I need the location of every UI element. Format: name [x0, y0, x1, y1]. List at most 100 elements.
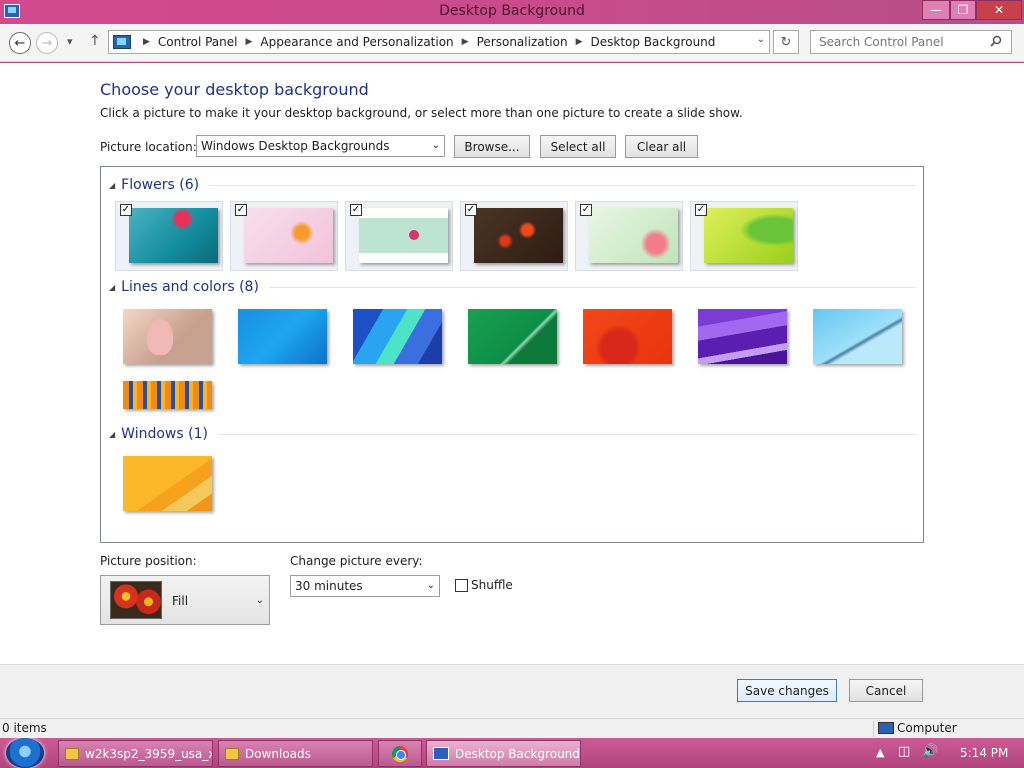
group-divider	[209, 184, 917, 186]
change-picture-value: 30 minutes	[295, 579, 363, 593]
breadcrumb-desktop-background[interactable]: Desktop Background	[591, 35, 716, 49]
wallpaper-thumbnail[interactable]: ✓	[460, 201, 568, 271]
wallpaper-checkbox[interactable]: ✓	[580, 204, 592, 216]
group-header-flowers[interactable]: ◢ Flowers (6)	[109, 177, 917, 193]
wallpaper-image	[468, 309, 557, 364]
breadcrumb-control-panel[interactable]: Control Panel	[158, 35, 238, 49]
picture-location-select[interactable]: Windows Desktop Backgrounds ⌄	[196, 135, 445, 157]
show-hidden-icons-icon[interactable]: ▲	[876, 746, 884, 759]
chevron-down-icon: ⌄	[255, 595, 264, 606]
breadcrumb-separator-icon[interactable]: ▶	[246, 37, 253, 47]
wallpaper-thumbnail[interactable]: ✓	[345, 201, 453, 271]
taskbar-item-folder[interactable]: w2k3sp2_3959_usa_x...	[58, 740, 213, 767]
wallpaper-thumbnail[interactable]: ✓	[690, 201, 798, 271]
wallpaper-checkbox[interactable]: ✓	[465, 204, 477, 216]
page-description: Click a picture to make it your desktop …	[100, 106, 743, 120]
refresh-button[interactable]: ↻	[773, 30, 799, 54]
wallpaper-thumbnail[interactable]	[570, 303, 678, 373]
start-button[interactable]	[6, 738, 44, 768]
wallpaper-image	[244, 208, 333, 263]
recent-pages-button[interactable]: ▾	[67, 35, 73, 48]
minimize-button[interactable]: —	[922, 0, 950, 20]
taskbar-item-label: Desktop Background	[455, 746, 580, 761]
taskbar-item-chrome[interactable]	[378, 740, 422, 767]
search-icon[interactable]	[990, 35, 1002, 47]
up-button[interactable]: ↑	[89, 33, 101, 49]
picture-position-label: Picture position:	[100, 554, 197, 568]
shuffle-checkbox[interactable]	[455, 579, 468, 592]
computer-icon	[878, 722, 894, 734]
wallpaper-checkbox[interactable]: ✓	[695, 204, 707, 216]
arrow-right-icon: →	[41, 35, 53, 51]
refresh-icon: ↻	[780, 34, 792, 50]
clear-all-button[interactable]: Clear all	[625, 135, 698, 158]
position-preview-image	[110, 581, 162, 619]
title-bar[interactable]: Desktop Background — ❐ ✕	[0, 0, 1024, 24]
group-header-windows[interactable]: ◢ Windows (1)	[109, 426, 917, 442]
close-button[interactable]: ✕	[976, 0, 1022, 20]
wallpaper-image	[353, 309, 442, 364]
address-dropdown-icon[interactable]: ⌄	[757, 34, 765, 45]
breadcrumb-separator-icon[interactable]: ▶	[462, 37, 469, 47]
group-title: Flowers (6)	[121, 177, 200, 193]
change-picture-label: Change picture every:	[290, 554, 423, 568]
breadcrumb-appearance[interactable]: Appearance and Personalization	[260, 35, 453, 49]
cancel-button[interactable]: Cancel	[849, 679, 923, 702]
browse-button[interactable]: Browse...	[454, 135, 530, 158]
chrome-icon	[392, 745, 408, 762]
wallpaper-image	[123, 456, 212, 511]
collapse-triangle-icon[interactable]: ◢	[109, 283, 115, 292]
volume-icon[interactable]: 🔊	[922, 744, 938, 759]
taskbar-item-desktop-background[interactable]: Desktop Background	[426, 740, 581, 767]
wallpaper-thumbnail[interactable]: ✓	[575, 201, 683, 271]
group-title: Lines and colors (8)	[121, 279, 259, 295]
back-button[interactable]: ←	[9, 32, 31, 54]
breadcrumb-separator-icon[interactable]: ▶	[576, 37, 583, 47]
wallpaper-image	[704, 208, 793, 263]
wallpaper-image	[359, 208, 448, 263]
taskbar-item-downloads[interactable]: Downloads	[218, 740, 373, 767]
wallpaper-checkbox[interactable]: ✓	[235, 204, 247, 216]
save-changes-button[interactable]: Save changes	[737, 679, 837, 702]
group-header-lines-and-colors[interactable]: ◢ Lines and colors (8)	[109, 279, 917, 295]
wallpaper-checkbox[interactable]: ✓	[350, 204, 362, 216]
wallpaper-thumbnail[interactable]	[110, 303, 218, 373]
collapse-triangle-icon[interactable]: ◢	[109, 430, 115, 439]
wallpaper-image	[123, 381, 212, 409]
search-input[interactable]	[810, 30, 1012, 54]
clock[interactable]: 5:14 PM	[960, 746, 1008, 760]
wallpaper-thumbnail[interactable]	[110, 450, 218, 520]
forward-button[interactable]: →	[36, 32, 58, 54]
wallpaper-image	[583, 309, 672, 364]
select-all-button[interactable]: Select all	[540, 135, 616, 158]
wallpaper-thumbnail[interactable]: ✓	[230, 201, 338, 271]
item-count: 0 items	[2, 721, 47, 735]
main-content: Choose your desktop background Click a p…	[0, 63, 1024, 664]
wallpaper-thumbnail[interactable]	[225, 303, 333, 373]
wallpaper-thumbnail[interactable]	[340, 303, 448, 373]
wallpaper-thumbnail[interactable]	[685, 303, 793, 373]
page-title: Choose your desktop background	[100, 80, 369, 99]
wallpaper-image	[238, 309, 327, 364]
wallpaper-gallery[interactable]: ◢ Flowers (6) ✓ ✓ ✓ ✓ ✓ ✓ ◢ Lines and co…	[100, 166, 924, 543]
status-divider	[873, 721, 874, 737]
wallpaper-checkbox[interactable]: ✓	[120, 204, 132, 216]
collapse-triangle-icon[interactable]: ◢	[109, 181, 115, 190]
folder-icon	[225, 747, 239, 760]
address-bar[interactable]: ▶ Control Panel ▶ Appearance and Persona…	[108, 30, 770, 54]
maximize-button[interactable]: ❐	[950, 0, 976, 20]
chevron-down-icon: ⌄	[426, 580, 435, 591]
chevron-down-icon: ⌄	[431, 140, 440, 151]
shuffle-label[interactable]: Shuffle	[471, 578, 513, 592]
change-picture-select[interactable]: 30 minutes ⌄	[290, 575, 440, 597]
wallpaper-thumbnail[interactable]	[800, 303, 908, 373]
breadcrumb-separator-icon[interactable]: ▶	[143, 37, 150, 47]
taskbar-item-label: w2k3sp2_3959_usa_x...	[85, 746, 213, 761]
breadcrumb-personalization[interactable]: Personalization	[477, 35, 568, 49]
arrow-left-icon: ←	[14, 35, 26, 51]
network-icon[interactable]: ◫	[898, 744, 910, 759]
wallpaper-image	[123, 309, 212, 364]
wallpaper-thumbnail[interactable]	[455, 303, 563, 373]
picture-position-select[interactable]: Fill ⌄	[100, 575, 270, 625]
wallpaper-thumbnail[interactable]: ✓	[115, 201, 223, 271]
